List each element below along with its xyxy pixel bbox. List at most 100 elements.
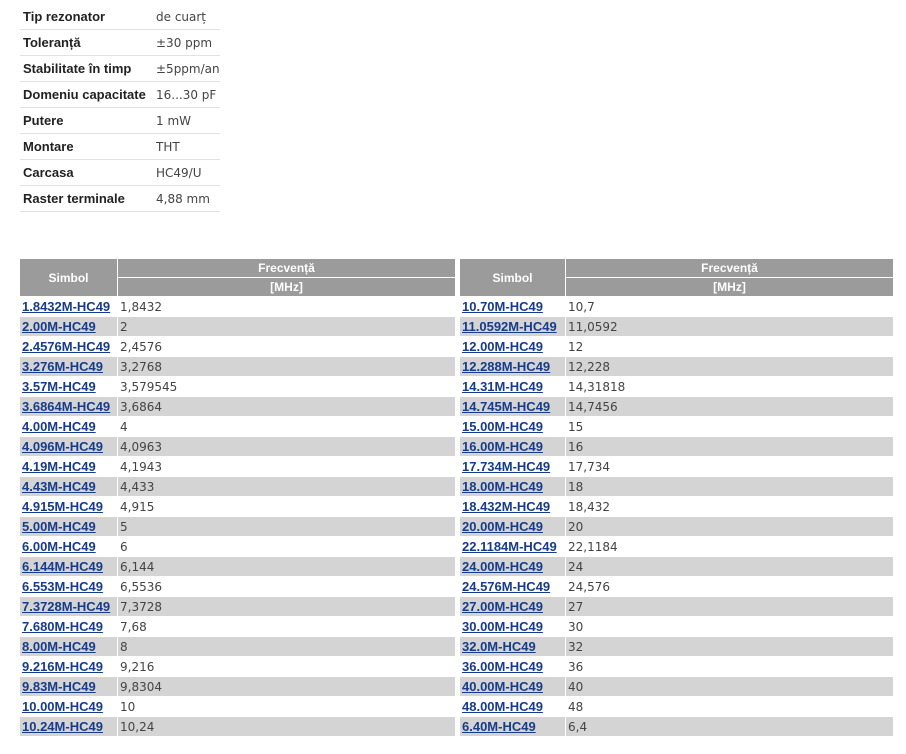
- symbol-cell: 12.288M-HC49: [460, 357, 566, 377]
- symbol-cell: 12.00M-HC49: [460, 337, 566, 357]
- product-link[interactable]: 32.0M-HC49: [462, 639, 536, 654]
- table-row: 15.00M-HC49 15: [460, 417, 893, 437]
- table-row: 4.19M-HC49 4,1943: [20, 457, 455, 477]
- table-row: 11.0592M-HC49 11,0592: [460, 317, 893, 337]
- spec-label: Toleranță: [20, 29, 156, 56]
- table-row: 16.00M-HC49 16: [460, 437, 893, 457]
- product-link[interactable]: 16.00M-HC49: [462, 439, 543, 454]
- table-row: 4.915M-HC49 4,915: [20, 497, 455, 517]
- spec-row: Stabilitate în timp ±5ppm/an: [20, 55, 220, 82]
- frequency-cell: 36: [566, 657, 893, 677]
- spec-label: Domeniu capacitate: [20, 81, 156, 108]
- product-link[interactable]: 40.00M-HC49: [462, 679, 543, 694]
- product-link[interactable]: 6.40M-HC49: [462, 719, 536, 734]
- product-link[interactable]: 14.31M-HC49: [462, 379, 543, 394]
- frequency-cell: 18,432: [566, 497, 893, 517]
- product-link[interactable]: 6.00M-HC49: [22, 539, 96, 554]
- product-link[interactable]: 4.43M-HC49: [22, 479, 96, 494]
- spec-value: 1 mW: [156, 107, 220, 134]
- table-row: 1.8432M-HC49 1,8432: [20, 297, 455, 317]
- product-link[interactable]: 7.680M-HC49: [22, 619, 103, 634]
- spec-row: Tip rezonator de cuarț: [20, 4, 220, 30]
- product-link[interactable]: 5.00M-HC49: [22, 519, 96, 534]
- spec-value: 4,88 mm: [156, 185, 220, 212]
- table-row: 10.70M-HC49 10,7: [460, 297, 893, 317]
- product-link[interactable]: 10.70M-HC49: [462, 299, 543, 314]
- symbol-cell: 40.00M-HC49: [460, 677, 566, 697]
- product-link[interactable]: 4.00M-HC49: [22, 419, 96, 434]
- table-row: 14.745M-HC49 14,7456: [460, 397, 893, 417]
- symbol-cell: 30.00M-HC49: [460, 617, 566, 637]
- frequency-cell: 4: [118, 417, 455, 437]
- product-link[interactable]: 7.3728M-HC49: [22, 599, 110, 614]
- product-link[interactable]: 48.00M-HC49: [462, 699, 543, 714]
- product-link[interactable]: 4.19M-HC49: [22, 459, 96, 474]
- product-link[interactable]: 8.00M-HC49: [22, 639, 96, 654]
- product-link[interactable]: 10.00M-HC49: [22, 699, 103, 714]
- frequency-cell: 6,4: [566, 717, 893, 737]
- table-row: 24.00M-HC49 24: [460, 557, 893, 577]
- frequency-cell: 4,0963: [118, 437, 455, 457]
- product-link[interactable]: 3.57M-HC49: [22, 379, 96, 394]
- product-link[interactable]: 1.8432M-HC49: [22, 299, 110, 314]
- specifications-body: Tip rezonator de cuarț Toleranță ±30 ppm Sta…: [20, 4, 220, 212]
- frequency-cell: 12,228: [566, 357, 893, 377]
- product-link[interactable]: 24.00M-HC49: [462, 559, 543, 574]
- product-link[interactable]: 4.915M-HC49: [22, 499, 103, 514]
- symbol-cell: 6.144M-HC49: [20, 557, 118, 577]
- product-link[interactable]: 24.576M-HC49: [462, 579, 550, 594]
- product-link[interactable]: 2.4576M-HC49: [22, 339, 110, 354]
- product-link[interactable]: 36.00M-HC49: [462, 659, 543, 674]
- symbol-cell: 10.24M-HC49: [20, 717, 118, 737]
- product-link[interactable]: 18.00M-HC49: [462, 479, 543, 494]
- product-link[interactable]: 15.00M-HC49: [462, 419, 543, 434]
- symbol-cell: 14.745M-HC49: [460, 397, 566, 417]
- product-link[interactable]: 14.745M-HC49: [462, 399, 550, 414]
- symbol-cell: 1.8432M-HC49: [20, 297, 118, 317]
- spec-label: Montare: [20, 133, 156, 160]
- product-link[interactable]: 27.00M-HC49: [462, 599, 543, 614]
- symbol-cell: 7.680M-HC49: [20, 617, 118, 637]
- frequency-cell: 16: [566, 437, 893, 457]
- frequency-unit-header: [MHz]: [566, 278, 893, 297]
- symbol-cell: 5.00M-HC49: [20, 517, 118, 537]
- table-row: 4.43M-HC49 4,433: [20, 477, 455, 497]
- product-link[interactable]: 22.1184M-HC49: [462, 539, 557, 554]
- table-row: 8.00M-HC49 8: [20, 637, 455, 657]
- symbol-cell: 3.276M-HC49: [20, 357, 118, 377]
- product-link[interactable]: 10.24M-HC49: [22, 719, 103, 734]
- table-row: 22.1184M-HC49 22,1184: [460, 537, 893, 557]
- frequency-cell: 48: [566, 697, 893, 717]
- product-link[interactable]: 2.00M-HC49: [22, 319, 96, 334]
- symbol-cell: 2.00M-HC49: [20, 317, 118, 337]
- symbol-cell: 15.00M-HC49: [460, 417, 566, 437]
- product-link[interactable]: 30.00M-HC49: [462, 619, 543, 634]
- symbol-cell: 6.40M-HC49: [460, 717, 566, 737]
- product-link[interactable]: 20.00M-HC49: [462, 519, 543, 534]
- product-link[interactable]: 6.144M-HC49: [22, 559, 103, 574]
- product-link[interactable]: 18.432M-HC49: [462, 499, 550, 514]
- product-link[interactable]: 11.0592M-HC49: [462, 319, 557, 334]
- product-link[interactable]: 4.096M-HC49: [22, 439, 103, 454]
- symbol-cell: 7.3728M-HC49: [20, 597, 118, 617]
- products-table-left-header: Simbol Frecvență [MHz]: [20, 259, 455, 297]
- table-row: 36.00M-HC49 36: [460, 657, 893, 677]
- frequency-cell: 7,3728: [118, 597, 455, 617]
- table-row: 3.276M-HC49 3,2768: [20, 357, 455, 377]
- product-link[interactable]: 9.83M-HC49: [22, 679, 96, 694]
- product-link[interactable]: 12.288M-HC49: [462, 359, 550, 374]
- product-link[interactable]: 9.216M-HC49: [22, 659, 103, 674]
- product-link[interactable]: 17.734M-HC49: [462, 459, 550, 474]
- table-row: 6.40M-HC49 6,4: [460, 717, 893, 737]
- table-row: 12.00M-HC49 12: [460, 337, 893, 357]
- symbol-column-header: Simbol: [460, 259, 566, 297]
- product-link[interactable]: 3.276M-HC49: [22, 359, 103, 374]
- spec-label: Stabilitate în timp: [20, 55, 156, 82]
- symbol-cell: 18.00M-HC49: [460, 477, 566, 497]
- product-link[interactable]: 12.00M-HC49: [462, 339, 543, 354]
- symbol-cell: 6.00M-HC49: [20, 537, 118, 557]
- table-row: 6.553M-HC49 6,5536: [20, 577, 455, 597]
- product-link[interactable]: 3.6864M-HC49: [22, 399, 110, 414]
- product-link[interactable]: 6.553M-HC49: [22, 579, 103, 594]
- table-row: 18.432M-HC49 18,432: [460, 497, 893, 517]
